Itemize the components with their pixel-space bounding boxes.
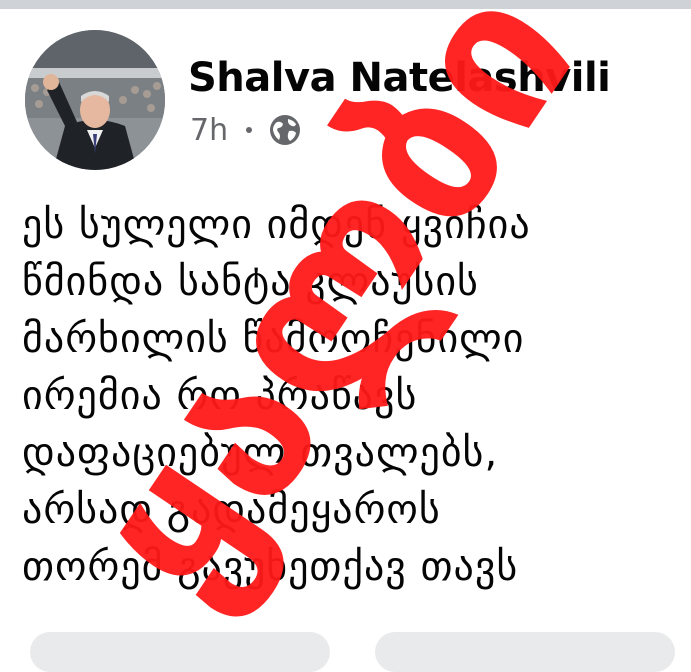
top-divider	[0, 0, 691, 9]
meta-separator	[246, 127, 253, 133]
post-line: არსად გადამეყაროს	[22, 487, 441, 533]
reaction-button[interactable]	[30, 632, 330, 672]
avatar-photo	[25, 30, 165, 170]
comment-button[interactable]	[375, 632, 675, 672]
post-meta: 7h	[190, 110, 302, 150]
post-line: ირემია რო პრაწავს	[22, 373, 418, 419]
post-line: თორემ გავუხეთქავ თავს	[22, 544, 519, 590]
post-line: მარხილის წამოოჩენილი	[22, 316, 525, 362]
avatar[interactable]	[25, 30, 165, 170]
post-time[interactable]: 7h	[190, 113, 228, 148]
globe-icon[interactable]	[268, 113, 302, 147]
post-line: დაფაციებულ თვალებს,	[22, 430, 499, 476]
post-text: ეს სულელი იმდენ ყვიჩია წმინდა სანტა კლაუ…	[22, 197, 682, 596]
post-line: ეს სულელი იმდენ ყვიჩია	[22, 202, 531, 248]
post-line: წმინდა სანტა კლაუსის	[22, 259, 479, 305]
author-name[interactable]: Shalva Natelashvili	[188, 52, 611, 104]
